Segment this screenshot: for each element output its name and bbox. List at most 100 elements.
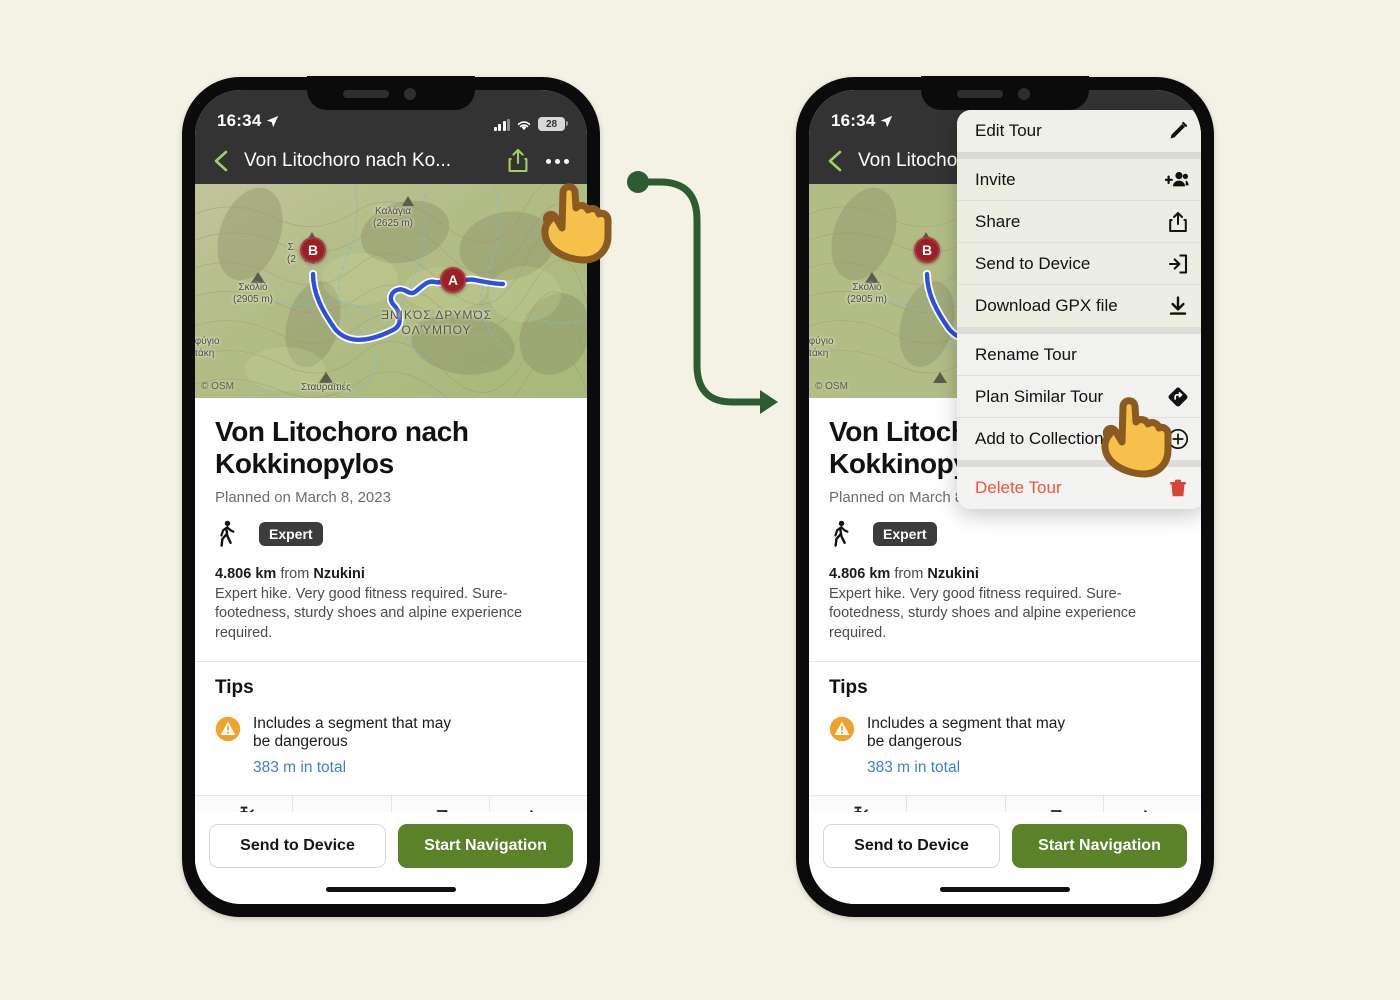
directions-icon — [1168, 387, 1188, 406]
menu-item-invite[interactable]: Invite — [957, 159, 1201, 201]
walking-icon — [220, 520, 235, 547]
menu-group-1: Edit Tour — [957, 110, 1201, 152]
map-pin-b[interactable]: B — [914, 237, 940, 263]
distance-value: 4.806 km — [829, 565, 891, 582]
share-icon — [1169, 211, 1187, 232]
tip-item: Includes a segment that may be dangerous… — [829, 715, 1181, 777]
distance-value: 4.806 km — [215, 565, 277, 582]
menu-item-label: Invite — [975, 169, 1016, 189]
home-indicator — [940, 887, 1070, 892]
menu-item-add-to-collection[interactable]: Add to Collection — [957, 418, 1201, 460]
tip-text-line2: be dangerous — [253, 733, 348, 751]
tour-title-line1: Von Litochoro nach — [215, 416, 469, 447]
from-place: Nzukini — [927, 565, 979, 582]
map-attribution: © OSM — [201, 381, 234, 392]
curved-arrow-connector — [627, 171, 778, 414]
menu-item-edit-tour[interactable]: Edit Tour — [957, 110, 1201, 152]
map-pin-a[interactable]: A — [440, 267, 466, 293]
menu-item-plan-similar-tour[interactable]: Plan Similar Tour — [957, 376, 1201, 418]
tour-description: Expert hike. Very good fitness required.… — [215, 585, 523, 641]
tour-meta-row: Expert — [215, 520, 567, 548]
tip-body: Includes a segment that may be dangerous… — [867, 715, 1065, 777]
tip-item: Includes a segment that may be dangerous… — [215, 715, 567, 777]
menu-item-label: Edit Tour — [975, 121, 1042, 140]
add-person-icon — [1165, 171, 1189, 186]
location-arrow-icon — [267, 115, 279, 127]
trash-icon — [1170, 479, 1186, 497]
front-camera — [1018, 88, 1030, 100]
send-to-device-icon — [1168, 253, 1188, 274]
warning-triangle-icon — [215, 716, 241, 741]
plus-circle-icon — [1167, 428, 1189, 450]
from-word: from — [280, 565, 310, 582]
earpiece-speaker — [343, 90, 389, 98]
phone-right-screen: 16:34 28 — [809, 90, 1201, 904]
start-navigation-button[interactable]: Start Navigation — [398, 824, 573, 868]
map-attribution: © OSM — [815, 381, 848, 392]
notch — [307, 76, 475, 110]
menu-item-label: Plan Similar Tour — [975, 386, 1104, 406]
share-icon[interactable] — [506, 148, 530, 174]
status-time: 16:34 — [217, 111, 262, 130]
more-dots-icon[interactable] — [546, 158, 569, 164]
menu-separator — [957, 327, 1201, 334]
map-park-line2: ΟΛΎΜΠΟΥ — [401, 323, 472, 337]
tips-heading: Tips — [215, 676, 254, 698]
nav-bar: Von Litochoro nach Ko... — [195, 138, 587, 184]
send-to-device-button[interactable]: Send to Device — [209, 824, 386, 868]
cellular-bars-icon — [493, 119, 510, 131]
menu-item-label: Download GPX file — [975, 296, 1118, 315]
start-navigation-button[interactable]: Start Navigation — [1012, 824, 1187, 868]
status-indicators: 28 — [493, 117, 568, 131]
status-time-group: 16:34 — [831, 111, 893, 131]
home-indicator — [326, 887, 456, 892]
tips-heading: Tips — [829, 676, 868, 698]
tip-body: Includes a segment that may be dangerous… — [253, 715, 451, 777]
wifi-icon — [517, 121, 531, 131]
menu-item-label: Rename Tour — [975, 344, 1077, 364]
tour-meta-row: Expert — [829, 520, 1181, 548]
menu-group-2: Invite Share Send to Device Download GPX… — [957, 159, 1201, 327]
menu-separator — [957, 152, 1201, 159]
menu-item-label: Delete Tour — [975, 478, 1062, 497]
distance-description: 4.806 km from Nzukini Expert hike. Very … — [829, 565, 1181, 644]
divider — [195, 660, 587, 662]
tip-link[interactable]: 383 m in total — [867, 759, 1065, 777]
menu-item-share[interactable]: Share — [957, 201, 1201, 243]
tip-link[interactable]: 383 m in total — [253, 759, 451, 777]
phone-left: 16:34 28 Von Litochoro nach Ko... Καλάγι… — [182, 76, 600, 917]
menu-item-rename-tour[interactable]: Rename Tour — [957, 334, 1201, 376]
context-menu[interactable]: Edit Tour Invite Share Send to Device Do… — [957, 110, 1201, 509]
download-icon — [1169, 296, 1187, 315]
phone-left-screen: 16:34 28 Von Litochoro nach Ko... Καλάγι… — [195, 90, 587, 904]
map-pin-b[interactable]: B — [300, 237, 326, 263]
tip-text-line2: be dangerous — [867, 733, 962, 751]
page-title: Von Litochoro nach Ko... — [244, 150, 452, 171]
pencil-icon — [1170, 121, 1188, 139]
screenshot-stage: 16:34 28 Von Litochoro nach Ko... Καλάγι… — [0, 0, 1400, 1000]
tip-text: Includes a segment that may be dangerous — [867, 715, 1065, 752]
menu-group-4: Delete Tour — [957, 467, 1201, 509]
divider — [809, 660, 1201, 662]
menu-item-send-to-device[interactable]: Send to Device — [957, 243, 1201, 285]
tour-description: Expert hike. Very good fitness required.… — [829, 585, 1137, 641]
menu-item-label: Share — [975, 211, 1021, 231]
tip-text: Includes a segment that may be dangerous — [253, 715, 451, 752]
send-to-device-button[interactable]: Send to Device — [823, 824, 1000, 868]
distance-description: 4.806 km from Nzukini Expert hike. Very … — [215, 565, 567, 644]
map-preview[interactable]: Καλάγια(2625 m) Σκολιό(2905 m) Σ άνι(2 m… — [195, 184, 587, 398]
menu-item-delete-tour[interactable]: Delete Tour — [957, 467, 1201, 509]
map-park-line1: ƎΝΙΚΌΣ ΔΡΥΜΌΣ — [381, 308, 493, 322]
chevron-left-icon[interactable] — [209, 148, 235, 174]
battery-indicator: 28 — [538, 117, 568, 131]
warning-triangle-icon — [829, 716, 855, 741]
earpiece-speaker — [957, 90, 1003, 98]
tour-title: Von Litochoro nach Kokkinopylos — [215, 416, 567, 480]
walking-icon — [834, 520, 849, 547]
status-time: 16:34 — [831, 111, 876, 130]
planned-date: Planned on March 8, 2023 — [215, 488, 391, 506]
chevron-left-icon[interactable] — [823, 148, 849, 174]
notch — [921, 76, 1089, 110]
from-place: Nzukini — [313, 565, 365, 582]
menu-item-download-gpx[interactable]: Download GPX file — [957, 285, 1201, 327]
